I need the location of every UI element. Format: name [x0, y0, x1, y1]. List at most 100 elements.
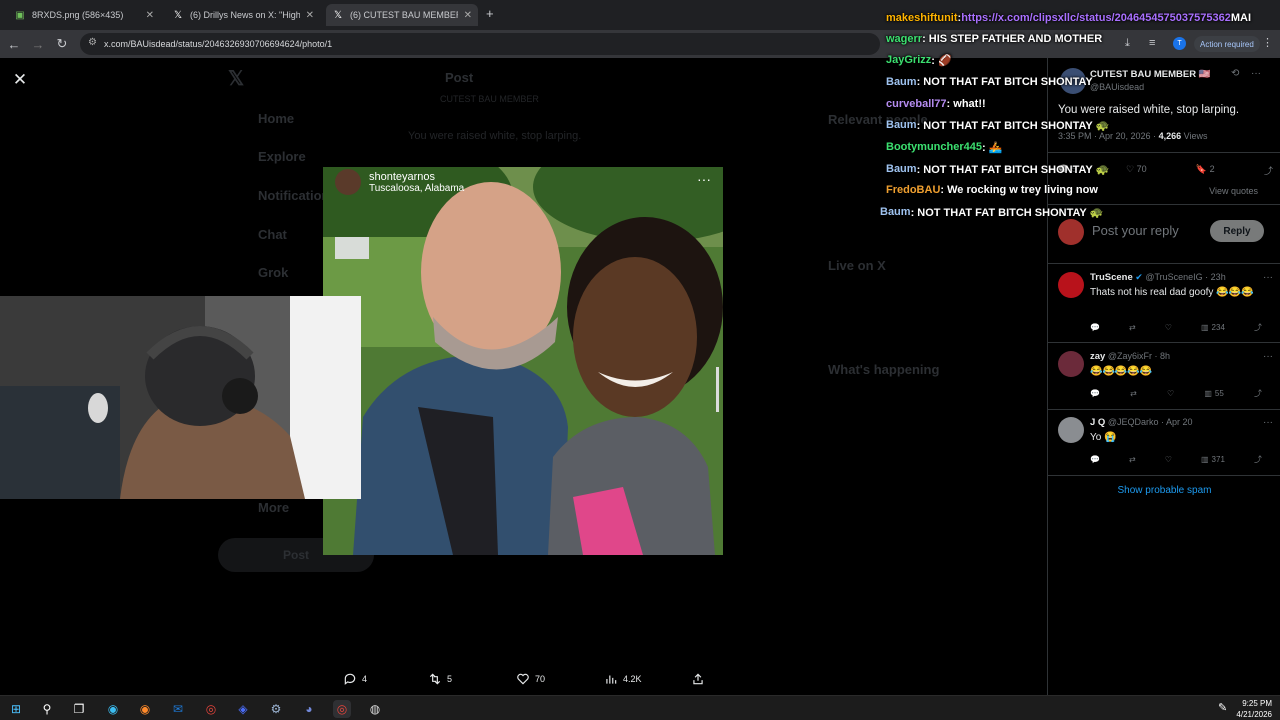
share-icon[interactable]: ⤴ — [1254, 322, 1262, 333]
chat-message: curveball77 : what!! — [886, 98, 986, 110]
close-tab-icon[interactable]: ✕ — [306, 10, 314, 21]
new-tab-button[interactable]: + — [486, 6, 494, 21]
reply-header: J Q @JEQDarko · Apr 20 — [1090, 417, 1193, 428]
grok-icon[interactable]: ⟲ — [1231, 68, 1239, 79]
reply-button[interactable]: Reply — [1210, 220, 1264, 242]
like-stat[interactable]: ♡ 70 — [1126, 164, 1147, 177]
reply-item[interactable]: zay @Zay6ixFr · 8h ··· 😂😂😂😂😂 💬 ⇄ ♡ ▥ 55 … — [1058, 351, 1273, 406]
chat-user: wagerr — [886, 33, 923, 45]
tweet-views-label: Views — [1183, 131, 1208, 141]
views-icon[interactable]: ▥ 55 — [1204, 388, 1223, 399]
views-action[interactable]: 4.2K — [604, 672, 642, 686]
reply-panel: CUTEST BAU MEMBER 🇺🇸 @BAUisdead ⟲ ··· Yo… — [1047, 58, 1280, 695]
x-logo-icon: 𝕏 — [173, 9, 183, 21]
task-view-icon[interactable]: ❐ — [70, 700, 88, 718]
like-count: 70 — [535, 674, 546, 684]
vpn-icon[interactable]: ◈ — [234, 700, 252, 718]
photo-image — [323, 167, 723, 555]
heart-icon[interactable]: ♡ — [1165, 454, 1172, 465]
windows-taskbar: ⊞ ⚲ ❐ ◉ ◉ ✉ ◎ ◈ ⚙ ◕ ◎ ◍ ✎ 9:25 PM 4/21/2… — [0, 695, 1280, 720]
share-icon[interactable]: ⤴ — [1254, 388, 1262, 399]
like-action[interactable]: 70 — [516, 672, 545, 686]
views-icon[interactable]: ▥ 234 — [1201, 322, 1225, 333]
avatar — [1058, 219, 1084, 245]
chat-link[interactable]: https://x.com/clipsxllc/status/204645457… — [961, 12, 1231, 24]
playlist-icon[interactable]: ≡ — [1149, 37, 1155, 49]
reply-icon[interactable]: 💬 — [1090, 454, 1100, 465]
chat-message: Baum : NOT THAT FAT BITCH SHONTAY 🐢 — [886, 119, 1110, 132]
chrome-active-icon[interactable]: ◎ — [333, 700, 351, 718]
edge-icon[interactable]: ◉ — [104, 700, 122, 718]
photo-location: Tuscaloosa, Alabama — [369, 182, 465, 194]
chat-user: Baum — [886, 119, 917, 131]
download-icon[interactable]: ⤓ — [1125, 37, 1130, 50]
profile-avatar-icon[interactable]: T — [1173, 37, 1186, 50]
share-action[interactable] — [691, 672, 705, 686]
heart-icon[interactable]: ♡ — [1167, 388, 1174, 399]
menu-icon[interactable]: ⋮ — [1262, 36, 1273, 49]
tab-image[interactable]: ▣ 8RXDS.png (586×435) ✕ — [8, 4, 160, 26]
views-icon[interactable]: ▥ 371 — [1201, 454, 1225, 465]
nav-chat: Chat — [258, 227, 287, 242]
chat-message: wagerr : HIS STEP FATHER AND MOTHER — [886, 33, 1103, 45]
more-icon[interactable]: ··· — [1263, 272, 1273, 283]
close-tab-icon[interactable]: ✕ — [146, 10, 154, 21]
repost-icon[interactable]: ⇄ — [1130, 388, 1137, 399]
view-quotes-link[interactable]: View quotes — [1209, 186, 1258, 196]
more-icon[interactable]: ··· — [1251, 68, 1261, 79]
more-icon: ··· — [697, 171, 711, 187]
reply-actions: 💬 ⇄ ♡ ▥ 55 ⤴ — [1090, 388, 1262, 399]
reload-icon[interactable]: ↻ — [54, 36, 70, 52]
reply-input[interactable]: Post your reply — [1092, 223, 1179, 238]
system-clock[interactable]: 9:25 PM 4/21/2026 — [1236, 698, 1272, 720]
chrome-icon[interactable]: ◎ — [202, 700, 220, 718]
steam-icon[interactable]: ⚙ — [267, 700, 285, 718]
site-info-icon[interactable]: ⚙ — [88, 37, 97, 48]
heart-icon — [517, 673, 529, 685]
repost-action[interactable]: 5 — [428, 672, 452, 686]
url-field[interactable]: ⚙ x.com/BAUisdead/status/204632693070669… — [80, 33, 880, 55]
ghost-text: You were raised white, stop larping. — [408, 130, 582, 142]
action-required-button[interactable]: Action required — [1194, 36, 1260, 52]
repost-icon[interactable]: ⇄ — [1129, 454, 1136, 465]
verified-icon: ✔ — [1135, 272, 1143, 282]
reply-header: zay @Zay6ixFr · 8h — [1090, 351, 1170, 362]
back-arrow-icon[interactable]: ← — [6, 36, 22, 52]
reply-item[interactable]: TruScene ✔ @TruSceneIG · 23h ··· Thats n… — [1058, 272, 1273, 342]
more-icon[interactable]: ··· — [1263, 417, 1273, 428]
repost-count: 5 — [447, 674, 453, 684]
close-photo-button[interactable]: ✕ — [10, 70, 30, 90]
outlook-icon[interactable]: ✉ — [169, 700, 187, 718]
chat-message: Bootymuncher445 : 🚣 — [886, 141, 1003, 154]
tab-cutest-bau[interactable]: 𝕏 (6) CUTEST BAU MEMBER ⚡▼ ✕ — [326, 4, 478, 26]
search-icon[interactable]: ⚲ — [38, 700, 56, 718]
reply-actions: 💬 ⇄ ♡ ▥ 371 ⤴ — [1090, 454, 1262, 465]
share-icon[interactable]: ⤴ — [1254, 454, 1262, 465]
close-tab-icon[interactable]: ✕ — [464, 10, 472, 21]
divider — [1048, 152, 1280, 153]
post-photo[interactable]: shonteyarnos Tuscaloosa, Alabama ··· — [323, 167, 723, 555]
more-icon[interactable]: ··· — [1263, 351, 1273, 362]
heart-icon[interactable]: ♡ — [1165, 322, 1172, 333]
windows-start-icon[interactable]: ⊞ — [7, 700, 25, 718]
discord-icon[interactable]: ◕ — [300, 700, 318, 718]
divider — [1048, 342, 1280, 343]
bookmark-stat[interactable]: 🔖 2 — [1196, 164, 1215, 177]
firefox-icon[interactable]: ◉ — [136, 700, 154, 718]
chat-user: Baum — [886, 76, 917, 88]
reply-icon[interactable]: 💬 — [1090, 322, 1100, 333]
ghost-author: CUTEST BAU MEMBER — [440, 94, 539, 104]
reply-action[interactable]: 4 — [343, 672, 367, 686]
obs-icon[interactable]: ◍ — [366, 700, 384, 718]
reply-text: 😂😂😂😂😂 — [1090, 366, 1153, 377]
show-spam-link[interactable]: Show probable spam — [1048, 485, 1280, 496]
chat-message: JayGrizz : 🏈 — [886, 54, 952, 67]
repost-icon[interactable]: ⇄ — [1129, 322, 1136, 333]
avatar — [1058, 351, 1084, 377]
tab-drillys[interactable]: 𝕏 (6) Drillys News on X: "High Ra ✕ — [166, 4, 320, 26]
reply-icon[interactable]: 💬 — [1090, 388, 1100, 399]
share-icon[interactable]: ⤴ — [1264, 164, 1273, 177]
reply-item[interactable]: J Q @JEQDarko · Apr 20 ··· Yo 😭 💬 ⇄ ♡ ▥ … — [1058, 417, 1273, 472]
pen-icon[interactable]: ✎ — [1218, 701, 1227, 714]
forward-arrow-icon[interactable]: → — [30, 36, 46, 52]
